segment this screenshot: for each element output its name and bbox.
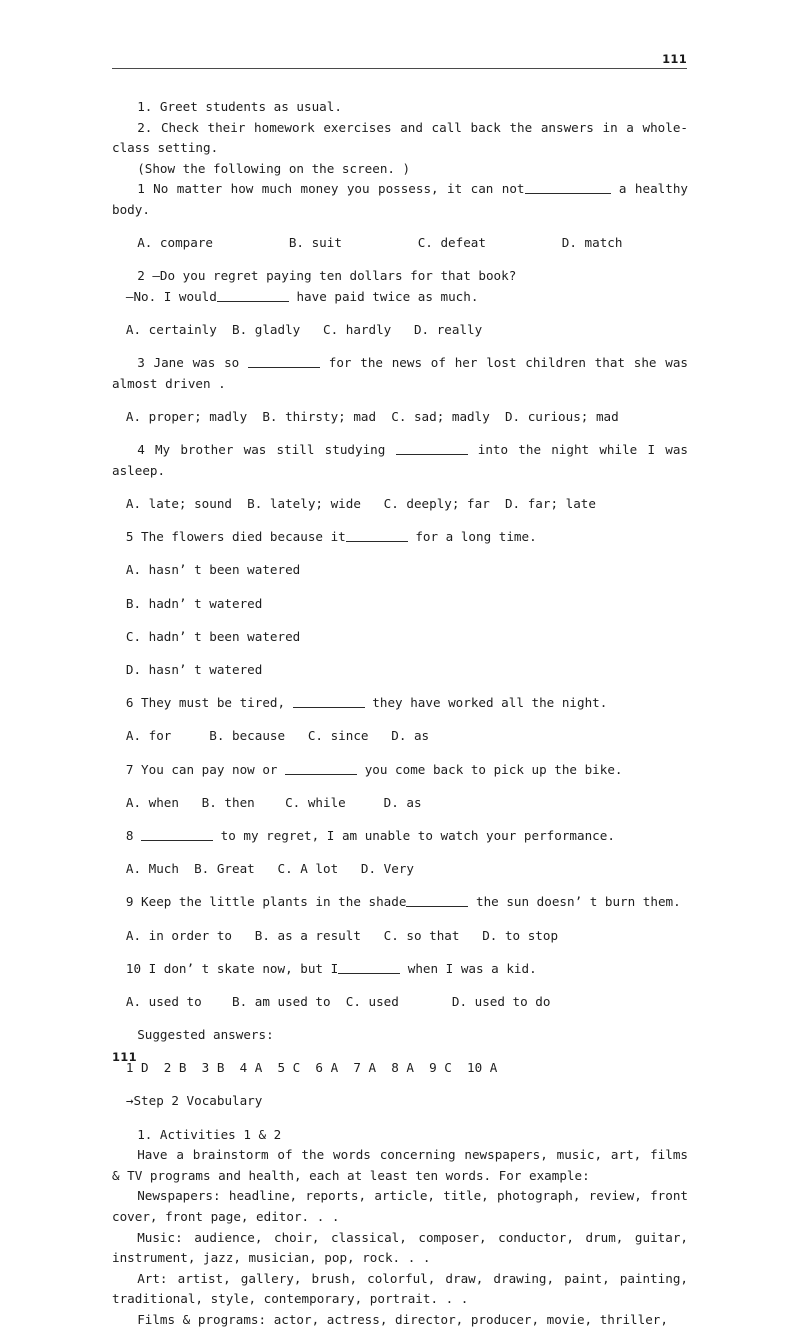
question-6-blank (292, 696, 365, 709)
question-8-blank (141, 828, 214, 841)
vocab-category-music: Music: audience, choir, classical, compo… (112, 1228, 688, 1269)
question-2-blank (216, 289, 289, 302)
question-9-stem-after: the sun doesn’ t burn them. (476, 894, 681, 910)
footer-page-number: 111 (112, 1050, 137, 1064)
question-5-option-c: C. hadn’ t been watered (125, 628, 301, 644)
question-5-blank (345, 530, 408, 543)
question-2-stem-before: —No. I would (125, 288, 217, 304)
question-8-stem-after: to my regret, I am unable to watch your … (220, 827, 615, 843)
question-5-stem-before: 5 The flowers died because it (125, 529, 346, 545)
document-body: 1. Greet students as usual. 2. Check the… (112, 97, 688, 1331)
step-2-heading: →Step 2 Vocabulary (112, 1091, 688, 1112)
question-3-stem: 3 Jane was so for the news of her lost c… (112, 353, 688, 394)
question-10-options: A. used to B. am used to C. used D. used… (125, 993, 551, 1009)
question-2-stem-line1: 2 —Do you regret paying ten dollars for … (137, 268, 517, 284)
question-8-stem-before: 8 (125, 827, 134, 843)
vocab-category-films: Films & programs: actor, actress, direct… (112, 1310, 688, 1331)
activities-label: 1. Activities 1 & 2 (137, 1126, 282, 1142)
question-5-option-a: A. hasn’ t been watered (125, 562, 301, 578)
question-7-options: A. when B. then C. while D. as (125, 794, 422, 810)
page-header: 111 (112, 52, 687, 69)
question-6-stem-before: 6 They must be tired, (125, 695, 286, 711)
question-2-stem-after: have paid twice as much. (296, 288, 479, 304)
vocab-category-music-words: audience, choir, classical, composer, co… (112, 1229, 688, 1266)
question-7-stem-after: you come back to pick up the bike. (364, 761, 623, 777)
question-1-options: A. compare B. suit C. defeat D. match (137, 235, 623, 251)
procedure-item-2: 2. Check their homework exercises and ca… (112, 119, 688, 156)
question-8-options: A. Much B. Great C. A lot D. Very (125, 861, 414, 877)
header-page-number: 111 (662, 52, 687, 66)
question-10-blank (338, 961, 401, 974)
vocab-category-newspapers-name: Newspapers: (137, 1188, 221, 1204)
question-5-option-d: D. hasn’ t watered (125, 662, 263, 677)
vocab-category-art: Art: artist, gallery, brush, colorful, d… (112, 1269, 688, 1310)
question-4-options: A. late; sound B. lately; wide C. deeply… (125, 496, 596, 512)
question-9-stem-before: 9 Keep the little plants in the shade (125, 894, 407, 910)
question-10-stem-before: 10 I don’ t skate now, but I (125, 960, 339, 976)
question-6-stem: 6 They must be tired, they have worked a… (112, 693, 688, 714)
question-5-stem: 5 The flowers died because it for a long… (112, 527, 688, 548)
vocab-category-films-name: Films & programs: (137, 1311, 267, 1327)
procedure-item-1: 1. Greet students as usual. (137, 99, 342, 114)
question-9-options: A. in order to B. as a result C. so that… (125, 927, 559, 943)
question-3-options: A. proper; madly B. thirsty; mad C. sad;… (125, 409, 619, 425)
question-10-stem: 10 I don’ t skate now, but I when I was … (112, 959, 688, 980)
vocab-category-newspapers: Newspapers: headline, reports, article, … (112, 1186, 688, 1227)
question-1-stem: 1 No matter how much money you possess, … (112, 179, 688, 220)
question-7-stem: 7 You can pay now or you come back to pi… (112, 760, 688, 781)
question-6-stem-after: they have worked all the night. (372, 695, 608, 711)
answers-label: Suggested answers: (137, 1027, 274, 1043)
question-3-blank (248, 356, 320, 369)
question-5-option-b: B. hadn’ t watered (125, 595, 263, 611)
question-7-stem-before: 7 You can pay now or (125, 761, 278, 777)
brainstorm-instruction: Have a brainstorm of the words concernin… (112, 1147, 688, 1183)
question-10-stem-after: when I was a kid. (407, 960, 537, 976)
page-footer: 111 (112, 1046, 688, 1065)
screen-note: (Show the following on the screen. ) (137, 160, 411, 176)
question-9-blank (406, 895, 469, 908)
question-4-stem: 4 My brother was still studying into the… (112, 440, 688, 481)
question-5-stem-after: for a long time. (415, 529, 537, 545)
question-3-stem-before: 3 Jane was so (137, 355, 240, 371)
question-9-stem: 9 Keep the little plants in the shade th… (112, 892, 688, 913)
vocab-category-art-name: Art: (137, 1270, 168, 1286)
question-6-options: A. for B. because C. since D. as (125, 728, 430, 744)
vocab-category-art-words: artist, gallery, brush, colorful, draw, … (112, 1270, 688, 1307)
question-4-stem-before: 4 My brother was still studying (137, 442, 386, 458)
vocab-category-films-words: actor, actress, director, producer, movi… (273, 1311, 668, 1327)
header-divider (112, 68, 687, 69)
question-4-blank (395, 443, 468, 456)
vocab-category-music-name: Music: (137, 1229, 183, 1245)
question-2-options: A. certainly B. gladly C. hardly D. real… (125, 322, 483, 338)
question-1-stem-before: 1 No matter how much money you possess, … (137, 181, 525, 197)
question-1-blank (524, 182, 611, 195)
question-8-stem: 8 to my regret, I am unable to watch you… (112, 826, 688, 847)
question-7-blank (285, 762, 358, 775)
question-2-stem-line2: —No. I would have paid twice as much. (112, 287, 688, 308)
step-2-heading-label: Step 2 Vocabulary (133, 1093, 263, 1109)
document-page: 111 1. Greet students as usual. 2. Check… (0, 0, 800, 1327)
